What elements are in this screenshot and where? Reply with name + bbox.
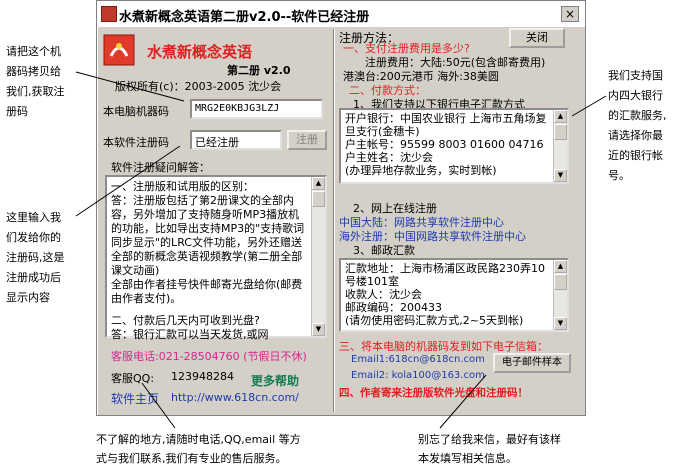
pointer-line <box>439 374 487 429</box>
annotation-pointers <box>75 71 607 429</box>
pointer-line <box>75 145 181 217</box>
pointer-line <box>141 382 176 429</box>
pointer-line <box>571 95 607 117</box>
pointer-line <box>75 71 185 102</box>
